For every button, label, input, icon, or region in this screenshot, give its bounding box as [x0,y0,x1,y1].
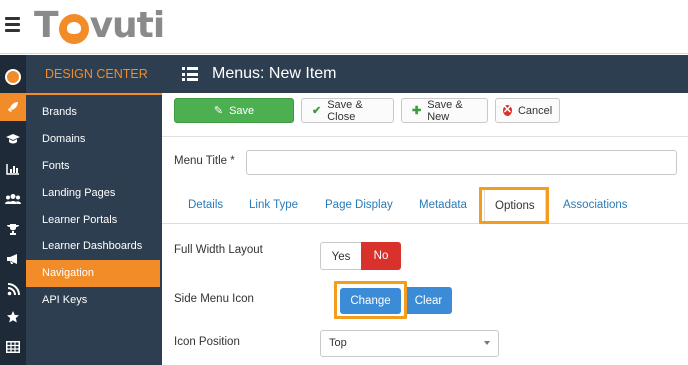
clear-icon-button[interactable]: Clear [405,287,452,314]
plus-icon: ✚ [412,105,422,117]
menu-title-input[interactable] [246,150,677,175]
full-width-no-option[interactable]: No [361,242,401,270]
elephant-logo-icon [58,14,89,44]
bullhorn-icon[interactable] [0,245,26,273]
sidebar-item-fonts[interactable]: Fonts [26,153,160,180]
menu-title-label: Menu Title * [174,155,235,167]
tab-link-type[interactable]: Link Type [249,187,298,224]
full-width-yes-option[interactable]: Yes [320,242,361,270]
full-width-layout-label: Full Width Layout [174,244,263,256]
trophy-icon[interactable] [0,215,26,243]
main-content: Menus: New Item ✎ Save ✔ Save & Close ✚ … [162,55,688,365]
edit-icon: ✎ [213,105,224,117]
icon-position-select[interactable]: Top [320,330,499,357]
save-button[interactable]: ✎ Save [174,98,294,123]
caret-down-icon [484,341,490,345]
list-icon [182,67,198,81]
bar-chart-icon[interactable] [0,155,26,183]
top-bar: T vuti [0,0,688,54]
icon-position-label: Icon Position [174,336,240,348]
graduation-cap-icon[interactable] [0,125,26,153]
save-new-button-label: Save & New [427,98,463,123]
save-new-button[interactable]: ✚ Save & New [401,98,488,123]
page-header: Menus: New Item [162,55,688,93]
tab-associations[interactable]: Associations [563,187,628,224]
sidebar-item-landing-pages[interactable]: Landing Pages [26,179,160,206]
side-menu-icon-label: Side Menu Icon [174,293,254,305]
toolbar-divider [162,136,688,137]
tab-metadata[interactable]: Metadata [419,187,467,224]
tab-details[interactable]: Details [188,187,223,224]
page-title: Menus: New Item [212,65,337,82]
avatar-icon[interactable] [0,63,26,91]
rocket-icon[interactable] [0,93,26,121]
star-icon[interactable] [0,303,26,331]
tab-page-display[interactable]: Page Display [325,187,393,224]
design-center-sidebar: DESIGN CENTER Brands Domains Fonts Landi… [26,55,162,365]
tab-options[interactable]: Options [484,187,546,225]
tab-bar: Details Link Type Page Display Metadata … [162,187,688,225]
full-width-toggle: Yes No [320,242,401,270]
cancel-button[interactable]: ✕ Cancel [495,98,560,123]
hamburger-menu-icon[interactable] [5,17,20,32]
users-icon[interactable] [0,185,26,213]
toolbar: ✎ Save ✔ Save & Close ✚ Save & New ✕ Can… [174,98,567,123]
cancel-button-label: Cancel [517,104,553,117]
logo-text-left: T [34,5,59,46]
save-button-label: Save [229,104,255,117]
logo-text-right: vuti [89,5,166,46]
sidebar-item-brands[interactable]: Brands [26,99,160,126]
icon-position-value: Top [329,337,347,349]
check-icon: ✔ [312,105,322,117]
rss-icon[interactable] [0,275,26,303]
change-icon-button[interactable]: Change [340,288,401,314]
tovuti-logo[interactable]: T vuti [34,5,166,46]
sidebar-item-navigation[interactable]: Navigation [26,259,160,287]
sidebar-item-learner-portals[interactable]: Learner Portals [26,206,160,233]
save-close-button[interactable]: ✔ Save & Close [301,98,394,123]
sidebar-header: DESIGN CENTER [26,55,162,95]
save-close-button-label: Save & Close [327,98,363,123]
cancel-icon: ✕ [502,104,512,116]
sidebar-item-learner-dashboards[interactable]: Learner Dashboards [26,233,160,260]
icon-rail [0,55,26,365]
sidebar-item-api-keys[interactable]: API Keys [26,287,160,314]
table-icon[interactable] [0,333,26,361]
sidebar-list: Brands Domains Fonts Landing Pages Learn… [26,99,162,313]
sidebar-item-domains[interactable]: Domains [26,126,160,153]
